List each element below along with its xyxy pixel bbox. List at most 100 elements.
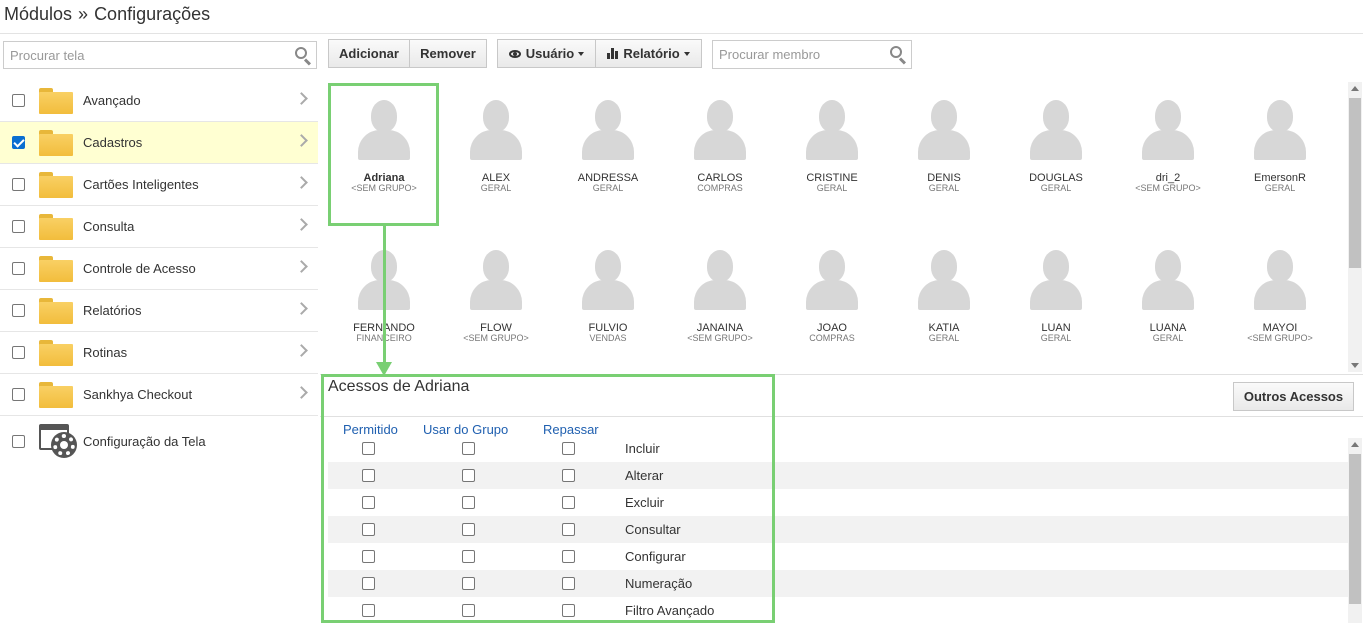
usar-do-grupo-checkbox[interactable] bbox=[462, 496, 475, 509]
chevron-right-icon[interactable] bbox=[295, 386, 308, 399]
member-card[interactable]: MAYOI <SEM GRUPO> bbox=[1224, 234, 1336, 374]
avatar-icon bbox=[806, 100, 858, 160]
usar-do-grupo-checkbox[interactable] bbox=[462, 550, 475, 563]
module-item[interactable]: Sankhya Checkout bbox=[0, 374, 318, 416]
module-checkbox[interactable] bbox=[12, 262, 25, 275]
member-card[interactable]: LUAN GERAL bbox=[1000, 234, 1112, 374]
screen-search-input[interactable] bbox=[4, 42, 284, 68]
module-item[interactable]: Cadastros bbox=[0, 122, 318, 164]
module-item-config[interactable]: Configuração da Tela bbox=[0, 416, 318, 466]
avatar-icon bbox=[694, 100, 746, 160]
module-checkbox[interactable] bbox=[12, 220, 25, 233]
permission-label: Alterar bbox=[625, 468, 664, 483]
member-card[interactable]: FLOW <SEM GRUPO> bbox=[440, 234, 552, 374]
member-card[interactable]: CRISTINE GERAL bbox=[776, 84, 888, 224]
chevron-right-icon[interactable] bbox=[295, 260, 308, 273]
permitido-checkbox[interactable] bbox=[362, 523, 375, 536]
permitido-checkbox[interactable] bbox=[362, 577, 375, 590]
section-divider bbox=[320, 374, 1363, 375]
other-access-button[interactable]: Outros Acessos bbox=[1233, 382, 1354, 411]
member-card[interactable]: CARLOS COMPRAS bbox=[664, 84, 776, 224]
usar-do-grupo-checkbox[interactable] bbox=[462, 469, 475, 482]
avatar-icon bbox=[918, 100, 970, 160]
chevron-right-icon[interactable] bbox=[295, 302, 308, 315]
user-dropdown-button[interactable]: Usuário bbox=[497, 39, 596, 68]
permission-scrollbar[interactable] bbox=[1348, 438, 1362, 623]
scroll-down-icon[interactable] bbox=[1351, 363, 1359, 368]
avatar-icon bbox=[470, 100, 522, 160]
member-card[interactable]: dri_2 <SEM GRUPO> bbox=[1112, 84, 1224, 224]
usar-do-grupo-checkbox[interactable] bbox=[462, 577, 475, 590]
member-group: GERAL bbox=[1040, 333, 1072, 343]
repassar-checkbox[interactable] bbox=[562, 550, 575, 563]
permission-row: Incluir bbox=[328, 435, 1348, 462]
module-checkbox[interactable] bbox=[12, 346, 25, 359]
member-group: <SEM GRUPO> bbox=[1135, 183, 1201, 193]
chevron-right-icon[interactable] bbox=[295, 92, 308, 105]
member-card[interactable]: DOUGLAS GERAL bbox=[1000, 84, 1112, 224]
repassar-checkbox[interactable] bbox=[562, 604, 575, 617]
permitido-checkbox[interactable] bbox=[362, 469, 375, 482]
module-item[interactable]: Rotinas bbox=[0, 332, 318, 374]
avatar-icon bbox=[582, 100, 634, 160]
caret-down-icon bbox=[683, 51, 690, 56]
module-checkbox[interactable] bbox=[12, 304, 25, 317]
repassar-checkbox[interactable] bbox=[562, 577, 575, 590]
folder-icon bbox=[39, 381, 73, 408]
module-checkbox[interactable] bbox=[12, 388, 25, 401]
permitido-checkbox[interactable] bbox=[362, 442, 375, 455]
permitido-checkbox[interactable] bbox=[362, 496, 375, 509]
member-card[interactable]: JANAINA <SEM GRUPO> bbox=[664, 234, 776, 374]
scroll-up-icon[interactable] bbox=[1351, 442, 1359, 447]
member-card[interactable]: FULVIO VENDAS bbox=[552, 234, 664, 374]
module-checkbox[interactable] bbox=[12, 178, 25, 191]
member-card[interactable]: DENIS GERAL bbox=[888, 84, 1000, 224]
member-card[interactable]: KATIA GERAL bbox=[888, 234, 1000, 374]
permission-row: Filtro Avançado bbox=[328, 597, 1348, 623]
module-item[interactable]: Cartões Inteligentes bbox=[0, 164, 318, 206]
chevron-right-icon[interactable] bbox=[295, 218, 308, 231]
module-checkbox[interactable] bbox=[12, 136, 25, 149]
scroll-up-icon[interactable] bbox=[1351, 86, 1359, 91]
repassar-checkbox[interactable] bbox=[562, 523, 575, 536]
module-checkbox[interactable] bbox=[12, 434, 25, 448]
chevron-right-icon[interactable] bbox=[295, 176, 308, 189]
window-gear-icon bbox=[39, 424, 77, 458]
module-item[interactable]: Consulta bbox=[0, 206, 318, 248]
member-group: GERAL bbox=[1152, 333, 1184, 343]
report-dropdown-button[interactable]: Relatório bbox=[595, 39, 702, 68]
usar-do-grupo-checkbox[interactable] bbox=[462, 604, 475, 617]
member-card[interactable]: LUANA GERAL bbox=[1112, 234, 1224, 374]
add-button[interactable]: Adicionar bbox=[328, 39, 410, 68]
member-card[interactable]: EmersonR GERAL bbox=[1224, 84, 1336, 224]
module-item[interactable]: Relatórios bbox=[0, 290, 318, 332]
breadcrumb-root[interactable]: Módulos bbox=[4, 4, 72, 24]
repassar-checkbox[interactable] bbox=[562, 442, 575, 455]
remove-button[interactable]: Remover bbox=[409, 39, 487, 68]
module-item[interactable]: Avançado bbox=[0, 80, 318, 122]
permitido-checkbox[interactable] bbox=[362, 604, 375, 617]
usar-do-grupo-checkbox[interactable] bbox=[462, 523, 475, 536]
chevron-right-icon[interactable] bbox=[295, 134, 308, 147]
module-item[interactable]: Controle de Acesso bbox=[0, 248, 318, 290]
chevron-right-icon[interactable] bbox=[295, 344, 308, 357]
module-label: Consulta bbox=[83, 219, 135, 234]
permitido-checkbox[interactable] bbox=[362, 550, 375, 563]
avatar-icon bbox=[806, 250, 858, 310]
member-grid-scrollbar[interactable] bbox=[1348, 82, 1362, 372]
avatar-icon bbox=[358, 100, 410, 160]
scrollbar-thumb[interactable] bbox=[1349, 98, 1361, 268]
search-icon[interactable] bbox=[294, 46, 312, 66]
module-checkbox[interactable] bbox=[12, 94, 25, 107]
avatar-icon bbox=[694, 250, 746, 310]
member-card[interactable]: Adriana <SEM GRUPO> bbox=[328, 84, 440, 224]
member-card[interactable]: ALEX GERAL bbox=[440, 84, 552, 224]
search-icon[interactable] bbox=[889, 45, 907, 65]
repassar-checkbox[interactable] bbox=[562, 496, 575, 509]
member-card[interactable]: ANDRESSA GERAL bbox=[552, 84, 664, 224]
scrollbar-thumb[interactable] bbox=[1349, 454, 1361, 604]
member-card[interactable]: JOAO COMPRAS bbox=[776, 234, 888, 374]
member-search-input[interactable] bbox=[713, 41, 883, 68]
usar-do-grupo-checkbox[interactable] bbox=[462, 442, 475, 455]
repassar-checkbox[interactable] bbox=[562, 469, 575, 482]
